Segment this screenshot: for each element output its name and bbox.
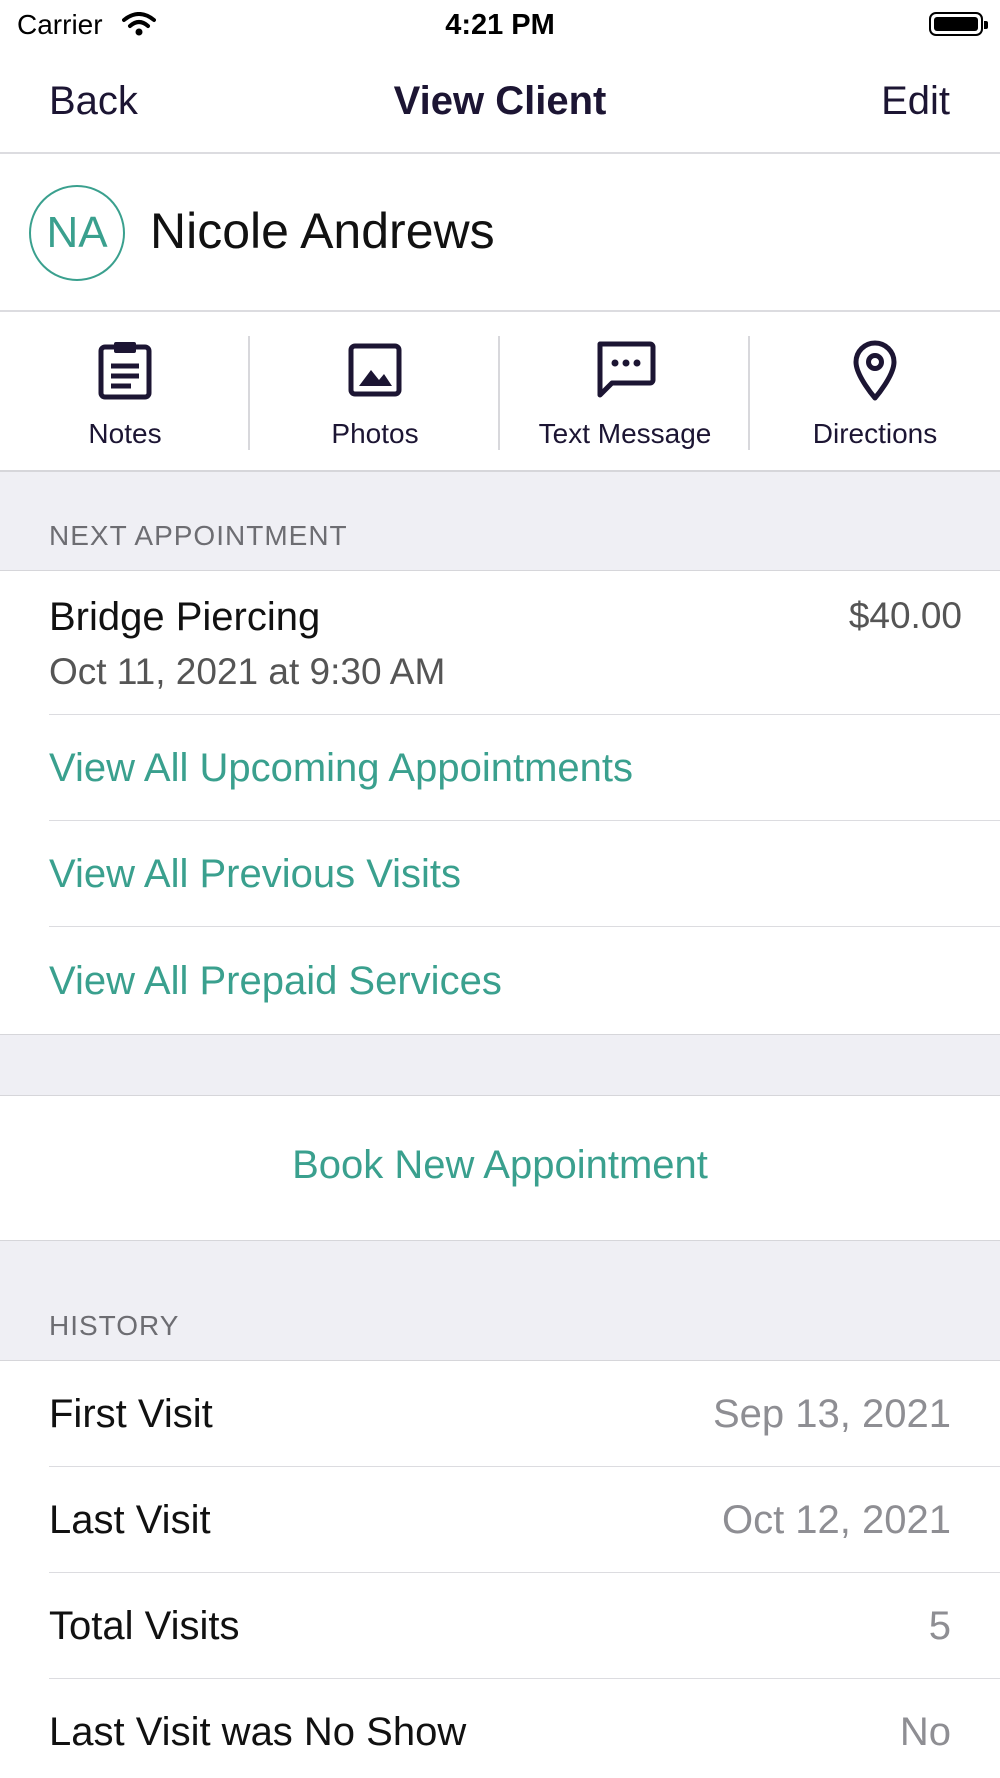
directions-button[interactable]: Directions: [750, 312, 1000, 470]
history-label: Total Visits: [49, 1604, 240, 1648]
next-appointment-row[interactable]: Bridge Piercing Oct 11, 2021 at 9:30 AM …: [0, 571, 1000, 715]
history-value: 5: [928, 1604, 951, 1648]
history-label: Last Visit was No Show: [49, 1710, 467, 1754]
quick-actions: Notes Photos Text Message Directions: [0, 312, 1000, 472]
appointment-service: Bridge Piercing: [49, 595, 321, 639]
notes-label: Notes: [88, 418, 162, 449]
clipboard-icon: [98, 342, 152, 400]
upcoming-appointments-label: View All Upcoming Appointments: [49, 746, 634, 790]
photos-button[interactable]: Photos: [250, 312, 500, 470]
section-spacer: [0, 1034, 1000, 1096]
history-label: First Visit: [49, 1392, 213, 1436]
next-appointment-header: NEXT APPOINTMENT: [0, 472, 1000, 571]
book-new-appointment-label: Book New Appointment: [292, 1143, 708, 1187]
prepaid-services-link[interactable]: View All Prepaid Services: [0, 927, 1000, 1034]
notes-button[interactable]: Notes: [0, 312, 250, 470]
history-row-no-show: Last Visit was No Show No: [0, 1679, 1000, 1778]
chat-bubble-icon: [597, 341, 656, 398]
book-new-appointment-button[interactable]: Book New Appointment: [0, 1096, 1000, 1240]
image-icon: [348, 343, 402, 397]
photos-label: Photos: [331, 418, 419, 449]
appointment-price: $40.00: [848, 595, 962, 636]
history-row-first-visit: First Visit Sep 13, 2021: [0, 1361, 1000, 1467]
status-time: 4:21 PM: [445, 9, 555, 41]
avatar: NA: [29, 185, 125, 281]
previous-visits-link[interactable]: View All Previous Visits: [0, 821, 1000, 927]
section-title: NEXT APPOINTMENT: [49, 520, 348, 551]
text-message-label: Text Message: [538, 418, 712, 449]
navigation-bar: Back View Client Edit: [0, 52, 1000, 154]
history-label: Last Visit: [49, 1498, 211, 1542]
client-header: NA Nicole Andrews: [0, 154, 1000, 312]
history-header: HISTORY: [0, 1240, 1000, 1361]
history-value: Oct 12, 2021: [721, 1498, 951, 1542]
previous-visits-label: View All Previous Visits: [49, 852, 462, 896]
section-title: HISTORY: [49, 1310, 180, 1341]
prepaid-services-label: View All Prepaid Services: [49, 959, 502, 1003]
edit-button[interactable]: Edit: [881, 79, 950, 124]
client-name: Nicole Andrews: [150, 203, 495, 259]
history-row-total-visits: Total Visits 5: [0, 1573, 1000, 1679]
history-row-last-visit: Last Visit Oct 12, 2021: [0, 1467, 1000, 1573]
battery-icon: [929, 12, 988, 36]
history-value: Sep 13, 2021: [713, 1392, 951, 1436]
history-value: No: [899, 1710, 951, 1754]
directions-label: Directions: [812, 418, 938, 449]
upcoming-appointments-link[interactable]: View All Upcoming Appointments: [0, 715, 1000, 821]
page-title: View Client: [393, 79, 607, 123]
map-pin-icon: [853, 340, 897, 401]
text-message-button[interactable]: Text Message: [500, 312, 750, 470]
appointment-datetime: Oct 11, 2021 at 9:30 AM: [49, 651, 446, 692]
status-bar: Carrier 4:21 PM: [0, 0, 1000, 52]
